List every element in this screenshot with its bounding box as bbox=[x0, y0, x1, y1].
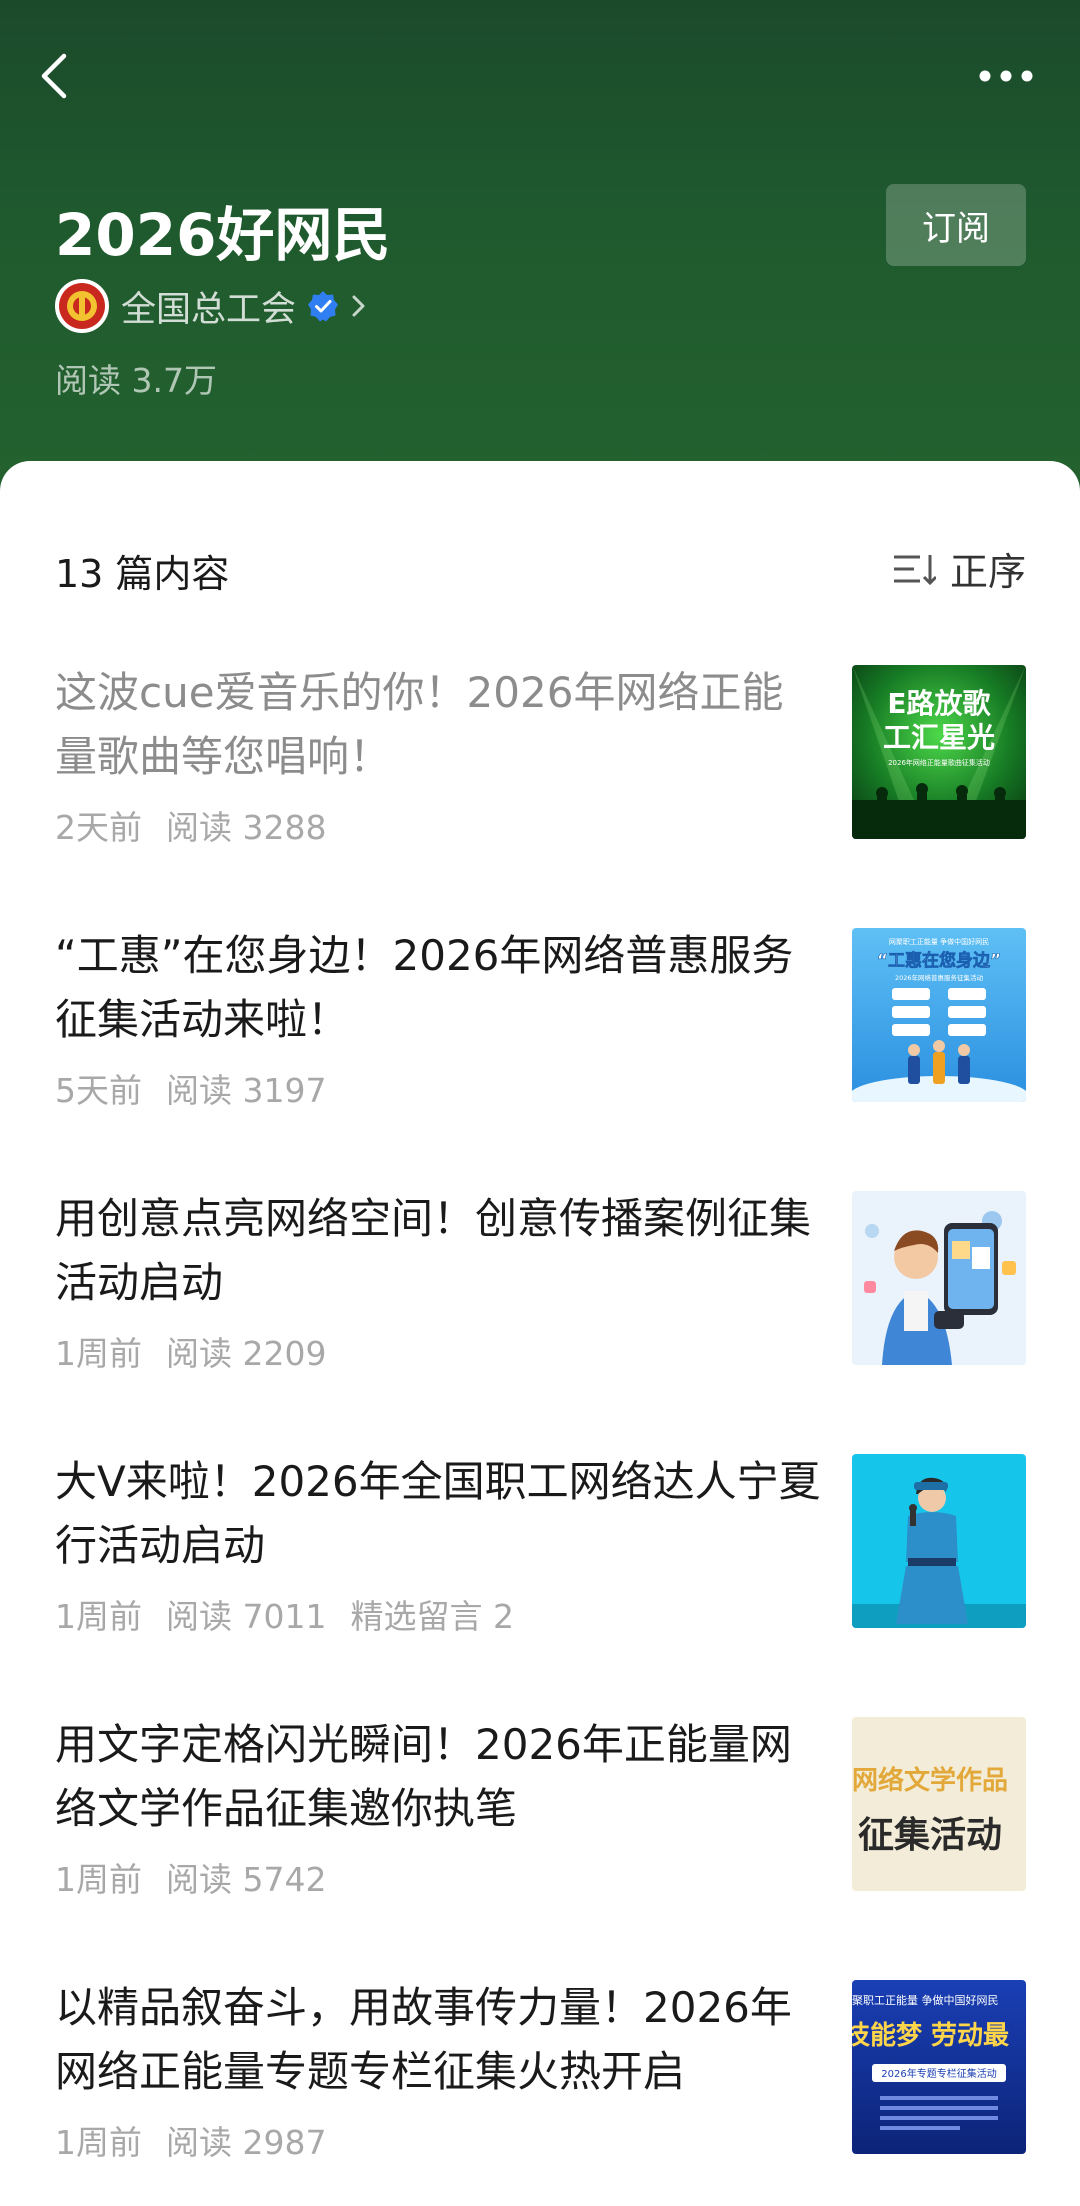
article-time: 5天前 bbox=[55, 1071, 142, 1110]
back-button[interactable] bbox=[30, 40, 86, 112]
article-list-panel: 13 篇内容 正序 这波cue爱音乐的你！2026年网络正能量歌曲等您唱响！ 2… bbox=[0, 461, 1080, 2195]
service-poster-image: 网聚职工正能量 争做中国好网民 “工惠在您身边” 2026年网络普惠服务征集活动 bbox=[852, 928, 1026, 1102]
poster-caption: 2026年网络正能量歌曲征集活动 bbox=[888, 758, 990, 767]
article-meta: 5天前 阅读 3197 bbox=[55, 1064, 350, 1112]
album-title: 2026好网民 bbox=[55, 201, 391, 269]
literature-poster-image: 网络文学作品 征集活动 bbox=[852, 1717, 1026, 1891]
article-thumbnail bbox=[852, 1454, 1026, 1628]
article-meta: 1周前 阅读 5742 bbox=[55, 1853, 350, 1901]
poster-line2: 工汇星光 bbox=[883, 721, 995, 754]
poster-caption: 2026年专题专栏征集活动 bbox=[881, 2067, 996, 2080]
subscribe-button[interactable]: 订阅 bbox=[886, 184, 1026, 266]
article-count: 13 篇内容 bbox=[55, 552, 230, 596]
article-item[interactable]: “工惠”在您身边！2026年网络普惠服务征集活动来啦！ 5天前 阅读 3197 网… bbox=[0, 924, 1080, 1154]
article-meta: 1周前 阅读 2987 bbox=[55, 2116, 350, 2164]
poster-line2: 征集活动 bbox=[858, 1815, 1002, 1856]
article-time: 1周前 bbox=[55, 1860, 142, 1899]
article-item[interactable]: 以精品叙奋斗，用故事传力量！2026年网络正能量专题专栏征集火热开启 1周前 阅读… bbox=[0, 1976, 1080, 2206]
article-time: 1周前 bbox=[55, 1334, 142, 1373]
article-reads: 阅读 2987 bbox=[166, 2123, 327, 2162]
poster-line1: E路放歌 bbox=[887, 687, 991, 720]
article-title: 这波cue爱音乐的你！2026年网络正能量歌曲等您唱响！ bbox=[55, 668, 784, 781]
sort-order-button[interactable]: 正序 bbox=[892, 541, 1026, 596]
speaker-photo-image bbox=[852, 1454, 1026, 1628]
concert-poster-image: E路放歌 工汇星光 2026年网络正能量歌曲征集活动 bbox=[852, 665, 1026, 839]
article-time: 1周前 bbox=[55, 1597, 142, 1636]
union-emblem-icon bbox=[59, 283, 105, 329]
article-meta: 2天前 阅读 3288 bbox=[55, 801, 350, 849]
album-read-count: 阅读 3.7万 bbox=[55, 361, 217, 400]
article-item[interactable]: 这波cue爱音乐的你！2026年网络正能量歌曲等您唱响！ 2天前 阅读 3288 … bbox=[0, 661, 1080, 891]
album-header: 2026好网民 订阅 全国总工会 阅读 3.7万 bbox=[0, 0, 1080, 500]
creative-illustration-image bbox=[852, 1191, 1026, 1365]
article-item[interactable]: 大V来啦！2026年全国职工网络达人宁夏行活动启动 1周前 阅读 7011 精选留言… bbox=[0, 1450, 1080, 1680]
poster-middle: 技能梦 劳动最 bbox=[852, 2020, 1010, 2051]
article-reads: 阅读 3197 bbox=[166, 1071, 327, 1110]
avatar bbox=[55, 279, 109, 333]
article-thumbnail: E路放歌 工汇星光 2026年网络正能量歌曲征集活动 bbox=[852, 665, 1026, 839]
article-item[interactable]: 用文字定格闪光瞬间！2026年正能量网络文学作品征集邀你执笔 1周前 阅读 574… bbox=[0, 1713, 1080, 1943]
article-time: 2天前 bbox=[55, 808, 142, 847]
article-thumbnail: 网聚职工正能量 争做中国好网民 “工惠在您身边” 2026年网络普惠服务征集活动 bbox=[852, 928, 1026, 1102]
poster-top: 聚职工正能量 争做中国好网民 bbox=[852, 1993, 999, 2007]
article-thumbnail: 聚职工正能量 争做中国好网民 技能梦 劳动最 2026年专题专栏征集活动 bbox=[852, 1980, 1026, 2154]
column-poster-image: 聚职工正能量 争做中国好网民 技能梦 劳动最 2026年专题专栏征集活动 bbox=[852, 1980, 1026, 2154]
chevron-right-icon bbox=[352, 295, 365, 317]
article-thumbnail: 网络文学作品 征集活动 bbox=[852, 1717, 1026, 1891]
account-link[interactable]: 全国总工会 bbox=[55, 278, 370, 334]
article-title: 大V来啦！2026年全国职工网络达人宁夏行活动启动 bbox=[55, 1457, 821, 1570]
poster-banner: “工惠在您身边” bbox=[877, 950, 1001, 971]
article-thumbnail bbox=[852, 1191, 1026, 1365]
article-meta: 1周前 阅读 2209 bbox=[55, 1327, 350, 1375]
more-button[interactable] bbox=[976, 56, 1036, 96]
article-time: 1周前 bbox=[55, 2123, 142, 2162]
more-dots-icon bbox=[979, 70, 1033, 82]
article-reads: 阅读 3288 bbox=[166, 808, 327, 847]
chevron-left-icon bbox=[41, 53, 67, 99]
article-reads: 阅读 2209 bbox=[166, 1334, 327, 1373]
poster-caption: 2026年网络普惠服务征集活动 bbox=[895, 973, 984, 982]
poster-top: 网聚职工正能量 争做中国好网民 bbox=[889, 937, 989, 946]
article-item[interactable]: 用创意点亮网络空间！创意传播案例征集活动启动 1周前 阅读 2209 bbox=[0, 1187, 1080, 1417]
article-title: 用创意点亮网络空间！创意传播案例征集活动启动 bbox=[55, 1194, 812, 1307]
poster-line1: 网络文学作品 bbox=[852, 1765, 1008, 1796]
sort-icon bbox=[893, 554, 936, 585]
article-title: 用文字定格闪光瞬间！2026年正能量网络文学作品征集邀你执笔 bbox=[55, 1720, 792, 1833]
verified-badge-icon bbox=[308, 291, 339, 322]
article-title: 以精品叙奋斗，用故事传力量！2026年网络正能量专题专栏征集火热开启 bbox=[55, 1983, 792, 2096]
article-meta: 1周前 阅读 7011 精选留言 2 bbox=[55, 1590, 538, 1638]
article-reads: 阅读 7011 bbox=[166, 1597, 327, 1636]
article-reads: 阅读 5742 bbox=[166, 1860, 327, 1899]
article-title: “工惠”在您身边！2026年网络普惠服务征集活动来啦！ bbox=[55, 931, 794, 1044]
article-comments: 精选留言 2 bbox=[350, 1597, 514, 1636]
account-name: 全国总工会 bbox=[121, 289, 297, 330]
sort-label: 正序 bbox=[949, 550, 1026, 594]
